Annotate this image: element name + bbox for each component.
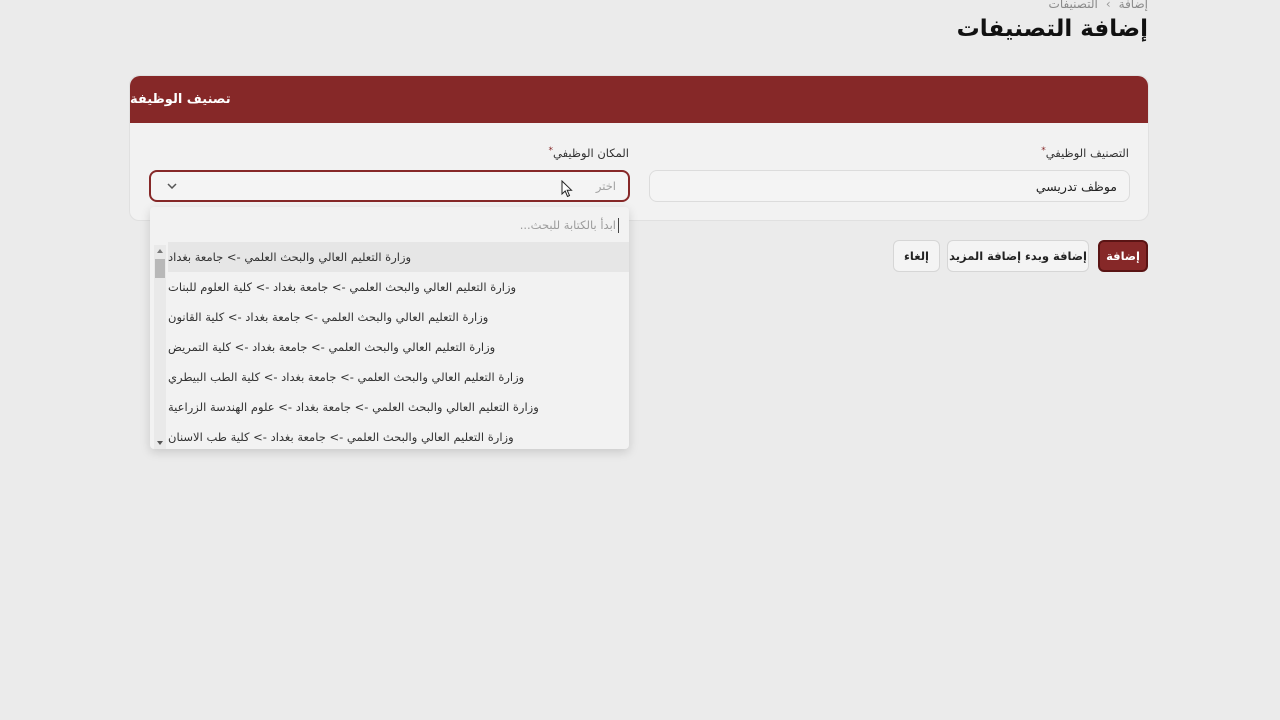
breadcrumb-separator-icon: › <box>1105 0 1111 11</box>
add-button[interactable]: إضافة <box>1098 240 1148 272</box>
breadcrumb: التصنيفات › إضافة <box>1049 0 1148 11</box>
dropdown-option[interactable]: وزارة التعليم العالي والبحث العلمي -> جا… <box>168 422 629 449</box>
mouse-cursor-icon <box>561 179 573 202</box>
job-classification-label: التصنيف الوظيفي* <box>1041 146 1129 160</box>
scroll-down-arrow-icon[interactable] <box>154 437 166 449</box>
dropdown-option[interactable]: وزارة التعليم العالي والبحث العلمي -> جا… <box>168 242 629 272</box>
job-place-label: المكان الوظيفي* <box>549 146 629 160</box>
scrollbar-thumb[interactable] <box>155 259 165 278</box>
chevron-down-icon[interactable] <box>163 177 181 195</box>
dropdown-option[interactable]: وزارة التعليم العالي والبحث العلمي -> جا… <box>168 362 629 392</box>
dropdown-search-input[interactable]: ابدأ بالكتابة للبحث... <box>319 218 619 233</box>
job-classification-value: موظف تدريسي <box>1035 178 1117 194</box>
job-place-dropdown: ابدأ بالكتابة للبحث... وزارة التعليم الع… <box>150 207 629 449</box>
job-place-label-text: المكان الوظيفي <box>553 146 629 160</box>
add-and-more-button[interactable]: إضافة وبدء إضافة المزيد <box>947 240 1089 272</box>
job-classification-card: تصنيف الوظيفة التصنيف الوظيفي* موظف تدري… <box>129 75 1149 221</box>
cancel-button[interactable]: إلغاء <box>893 240 940 272</box>
page-title: إضافة التصنيفات <box>956 16 1148 42</box>
dropdown-option[interactable]: وزارة التعليم العالي والبحث العلمي -> جا… <box>168 392 629 422</box>
job-place-placeholder: اختر <box>595 179 616 193</box>
breadcrumb-item-add: إضافة <box>1118 0 1148 11</box>
card-header: تصنيف الوظيفة <box>130 76 1148 123</box>
dropdown-scrollbar[interactable] <box>154 245 166 449</box>
scroll-up-arrow-icon[interactable] <box>154 245 166 257</box>
breadcrumb-item-categories[interactable]: التصنيفات <box>1049 0 1098 11</box>
job-place-select[interactable]: اختر <box>149 170 630 202</box>
dropdown-option[interactable]: وزارة التعليم العالي والبحث العلمي -> جا… <box>168 332 629 362</box>
dropdown-options-list: وزارة التعليم العالي والبحث العلمي -> جا… <box>168 242 629 449</box>
job-classification-input[interactable]: موظف تدريسي <box>649 170 1130 202</box>
job-classification-label-text: التصنيف الوظيفي <box>1045 146 1129 160</box>
card-header-title: تصنيف الوظيفة <box>130 92 231 107</box>
dropdown-option[interactable]: وزارة التعليم العالي والبحث العلمي -> جا… <box>168 302 629 332</box>
dropdown-option[interactable]: وزارة التعليم العالي والبحث العلمي -> جا… <box>168 272 629 302</box>
